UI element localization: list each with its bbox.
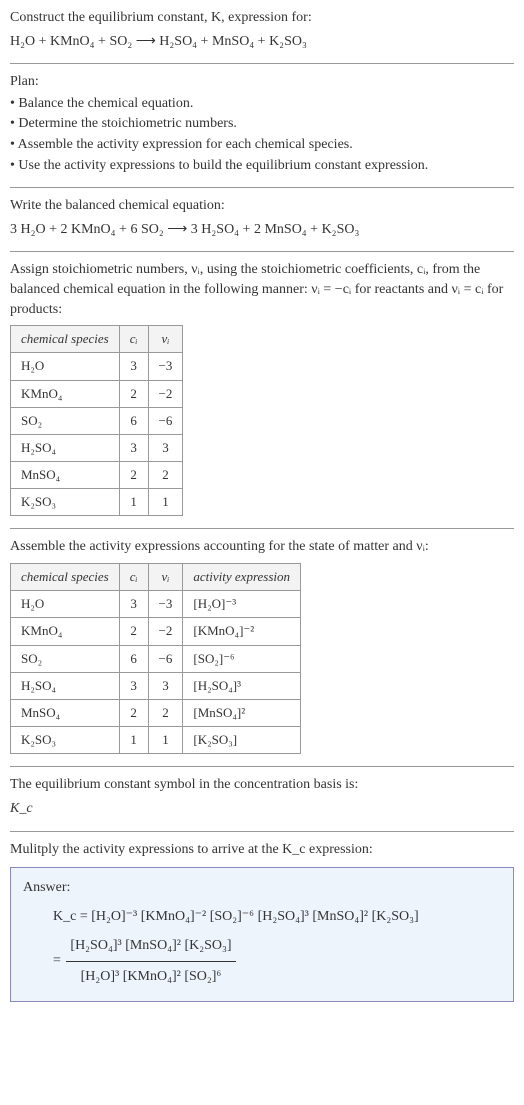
- table-row: SO₂6−6: [11, 407, 183, 434]
- table-header-row: chemical species cᵢ νᵢ: [11, 326, 183, 353]
- table-row: KMnO₄2−2: [11, 380, 183, 407]
- cell-species: K₂SO₃: [11, 489, 120, 516]
- unbalanced-equation: H₂O + KMnO₄ + SO₂ ⟶ H₂SO₄ + MnSO₄ + K₂SO…: [10, 32, 514, 52]
- divider: [10, 63, 514, 64]
- cell-species: H₂O: [11, 591, 120, 618]
- cell-species: SO₂: [11, 645, 120, 672]
- cell-vi: −2: [148, 618, 183, 645]
- cell-vi: 3: [148, 672, 183, 699]
- cell-species: H₂SO₄: [11, 434, 120, 461]
- cell-species: MnSO₄: [11, 462, 120, 489]
- cell-ci: 2: [119, 618, 148, 645]
- plan-item: • Determine the stoichiometric numbers.: [10, 114, 514, 134]
- cell-vi: −3: [148, 591, 183, 618]
- table-row: H₂O3−3[H₂O]⁻³: [11, 591, 301, 618]
- balanced-label: Write the balanced chemical equation:: [10, 196, 514, 216]
- kc-symbol: K_c: [10, 799, 514, 819]
- divider: [10, 528, 514, 529]
- answer-box: Answer: K_c = [H₂O]⁻³ [KMnO₄]⁻² [SO₂]⁻⁶ …: [10, 867, 514, 1002]
- answer-label: Answer:: [23, 878, 501, 898]
- fraction-numerator: [H₂SO₄]³ [MnSO₄]² [K₂SO₃]: [66, 931, 235, 961]
- col-ci: cᵢ: [119, 326, 148, 353]
- stoich-table: chemical species cᵢ νᵢ H₂O3−3 KMnO₄2−2 S…: [10, 325, 183, 516]
- col-species: chemical species: [11, 326, 120, 353]
- cell-ci: 1: [119, 489, 148, 516]
- equals-sign: =: [53, 953, 64, 968]
- table-row: MnSO₄22: [11, 462, 183, 489]
- plan-list: • Balance the chemical equation. • Deter…: [10, 94, 514, 175]
- table-row: SO₂6−6[SO₂]⁻⁶: [11, 645, 301, 672]
- cell-activity: [H₂O]⁻³: [183, 591, 301, 618]
- cell-activity: [K₂SO₃]: [183, 727, 301, 754]
- col-vi: νᵢ: [148, 564, 183, 591]
- cell-species: H₂SO₄: [11, 672, 120, 699]
- cell-species: KMnO₄: [11, 380, 120, 407]
- answer-fraction: [H₂SO₄]³ [MnSO₄]² [K₂SO₃] [H₂O]³ [KMnO₄]…: [66, 931, 235, 991]
- cell-ci: 1: [119, 727, 148, 754]
- cell-vi: 2: [148, 699, 183, 726]
- table-row: K₂SO₃11: [11, 489, 183, 516]
- divider: [10, 251, 514, 252]
- cell-activity: [MnSO₄]²: [183, 699, 301, 726]
- cell-vi: 3: [148, 434, 183, 461]
- col-species: chemical species: [11, 564, 120, 591]
- cell-ci: 3: [119, 434, 148, 461]
- activity-table: chemical species cᵢ νᵢ activity expressi…: [10, 563, 301, 754]
- multiply-text: Mulitply the activity expressions to arr…: [10, 840, 514, 860]
- cell-vi: −6: [148, 645, 183, 672]
- assemble-text: Assemble the activity expressions accoun…: [10, 537, 514, 557]
- col-activity: activity expression: [183, 564, 301, 591]
- divider: [10, 766, 514, 767]
- cell-species: SO₂: [11, 407, 120, 434]
- table-row: H₂SO₄33: [11, 434, 183, 461]
- col-vi: νᵢ: [148, 326, 183, 353]
- plan-item: • Use the activity expressions to build …: [10, 156, 514, 176]
- cell-activity: [KMnO₄]⁻²: [183, 618, 301, 645]
- cell-ci: 6: [119, 407, 148, 434]
- cell-species: MnSO₄: [11, 699, 120, 726]
- cell-vi: −2: [148, 380, 183, 407]
- cell-vi: 2: [148, 462, 183, 489]
- answer-equation: K_c = [H₂O]⁻³ [KMnO₄]⁻² [SO₂]⁻⁶ [H₂SO₄]³…: [23, 902, 501, 991]
- cell-ci: 3: [119, 672, 148, 699]
- balanced-equation: 3 H₂O + 2 KMnO₄ + 6 SO₂ ⟶ 3 H₂SO₄ + 2 Mn…: [10, 220, 514, 240]
- table-row: KMnO₄2−2[KMnO₄]⁻²: [11, 618, 301, 645]
- divider: [10, 831, 514, 832]
- cell-species: K₂SO₃: [11, 727, 120, 754]
- assign-text: Assign stoichiometric numbers, νᵢ, using…: [10, 260, 514, 319]
- divider: [10, 187, 514, 188]
- cell-vi: 1: [148, 727, 183, 754]
- table-row: K₂SO₃11[K₂SO₃]: [11, 727, 301, 754]
- cell-vi: −6: [148, 407, 183, 434]
- cell-activity: [H₂SO₄]³: [183, 672, 301, 699]
- cell-ci: 2: [119, 462, 148, 489]
- cell-ci: 6: [119, 645, 148, 672]
- table-row: H₂O3−3: [11, 353, 183, 380]
- table-row: MnSO₄22[MnSO₄]²: [11, 699, 301, 726]
- cell-ci: 2: [119, 380, 148, 407]
- cell-ci: 3: [119, 591, 148, 618]
- cell-species: H₂O: [11, 353, 120, 380]
- cell-ci: 2: [119, 699, 148, 726]
- table-row: H₂SO₄33[H₂SO₄]³: [11, 672, 301, 699]
- answer-line1: K_c = [H₂O]⁻³ [KMnO₄]⁻² [SO₂]⁻⁶ [H₂SO₄]³…: [53, 909, 419, 924]
- cell-vi: −3: [148, 353, 183, 380]
- cell-species: KMnO₄: [11, 618, 120, 645]
- plan-item: • Balance the chemical equation.: [10, 94, 514, 114]
- plan-item: • Assemble the activity expression for e…: [10, 135, 514, 155]
- table-header-row: chemical species cᵢ νᵢ activity expressi…: [11, 564, 301, 591]
- cell-ci: 3: [119, 353, 148, 380]
- kc-symbol-value: K_c: [10, 801, 33, 816]
- plan-label: Plan:: [10, 72, 514, 92]
- cell-activity: [SO₂]⁻⁶: [183, 645, 301, 672]
- fraction-denominator: [H₂O]³ [KMnO₄]² [SO₂]⁶: [66, 962, 235, 991]
- col-ci: cᵢ: [119, 564, 148, 591]
- cell-vi: 1: [148, 489, 183, 516]
- kc-symbol-text: The equilibrium constant symbol in the c…: [10, 775, 514, 795]
- prompt-intro: Construct the equilibrium constant, K, e…: [10, 8, 514, 28]
